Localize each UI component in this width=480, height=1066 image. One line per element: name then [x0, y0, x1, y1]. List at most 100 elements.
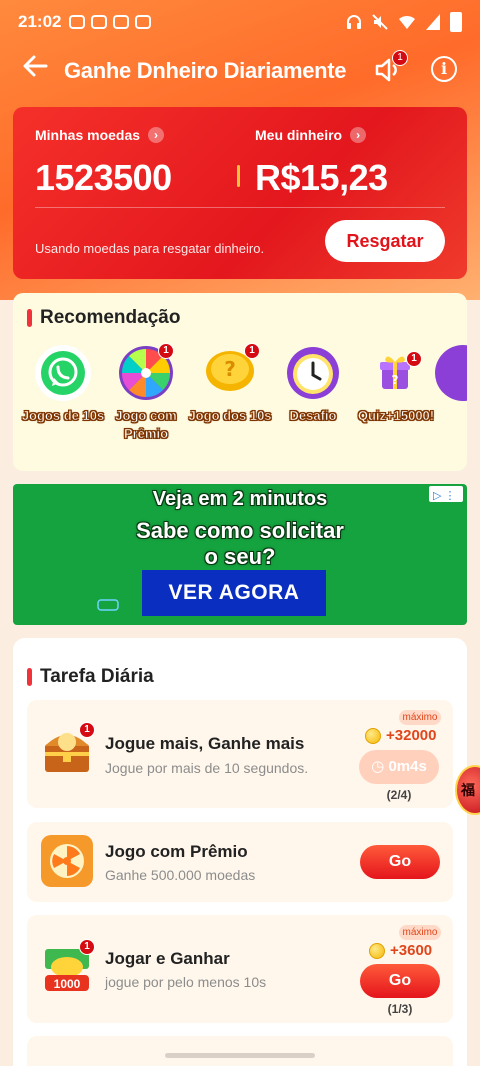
notification-badge: 1	[79, 939, 95, 955]
notification-badge: 1	[406, 351, 422, 367]
clock-icon	[285, 345, 341, 401]
redeem-button[interactable]: Resgatar	[325, 220, 445, 262]
section-marker	[27, 309, 32, 327]
timer-value: 0m4s	[388, 758, 427, 775]
mute-icon	[372, 14, 388, 30]
task-title: Jogar e Ganhar	[105, 949, 230, 968]
reco-item-quiz[interactable]: ? 1 Quiz+15000!	[351, 345, 441, 425]
icon-caption: 1000	[53, 977, 81, 991]
task-subtitle: Ganhe 500.000 moedas	[105, 867, 256, 883]
task-reward: +3600	[369, 942, 432, 959]
chevron-right-icon: ›	[148, 127, 165, 143]
ad-text-line: Sabe como solicitar	[136, 518, 344, 543]
ad-headline: Veja em 2 minutos	[152, 488, 328, 510]
reco-item-partial[interactable]	[435, 345, 467, 401]
notification-icon	[113, 15, 130, 29]
recommendations-header: Recomendação	[27, 307, 180, 329]
whatsapp-icon	[35, 345, 91, 401]
task-subtitle: jogue por pelo menos 10s	[105, 974, 267, 990]
reward-amount: +3600	[390, 942, 433, 959]
notification-badge: 1	[244, 343, 260, 359]
task-progress: (1/3)	[387, 1002, 413, 1016]
coin-question-icon: ? 1	[202, 343, 260, 401]
partial-icon	[435, 345, 467, 401]
coin-icon	[365, 727, 381, 744]
go-button[interactable]: Go	[360, 964, 440, 998]
signal-icon	[426, 14, 440, 30]
recommendations-card: Recomendação Jogos de 10s 1 Jogo com Prê…	[13, 293, 467, 471]
system-icons	[346, 12, 462, 32]
task-row: 1 Jogue mais, Ganhe mais Jogue por mais …	[27, 700, 453, 808]
task-row: 1 1000 Jogar e Ganhar jogue por pelo men…	[27, 915, 453, 1023]
task-row	[27, 1036, 453, 1066]
task-row: Jogo com Prêmio Ganhe 500.000 moedas Go	[27, 822, 453, 902]
ad-cta-button[interactable]: VER AGORA	[142, 570, 326, 616]
notification-badge: 1	[79, 722, 95, 738]
treasure-chest-icon: 1	[41, 722, 95, 778]
coins-label-link[interactable]: Minhas moedas ›	[35, 127, 165, 143]
coin-icon	[369, 942, 385, 959]
go-button[interactable]: Go	[360, 845, 440, 879]
task-progress: (2/4)	[386, 788, 412, 802]
notification-icon	[135, 15, 152, 29]
redeem-note: Usando moedas para resgatar dinheiro.	[35, 241, 265, 256]
page-title: Ganhe Dnheiro Diariamente	[64, 58, 347, 83]
svg-text:?: ?	[224, 357, 236, 381]
wifi-icon	[399, 15, 415, 29]
timer-button[interactable]: ◷ 0m4s	[359, 750, 439, 784]
task-title: Jogo com Prêmio	[105, 842, 248, 861]
coins-value: 1523500	[35, 157, 172, 198]
max-tag: máximo	[399, 925, 441, 940]
gift-icon: ? 1	[368, 345, 424, 401]
reco-label: Jogo dos 10s	[188, 408, 272, 424]
money-label: Meu dinheiro	[255, 127, 343, 143]
task-title: Jogue mais, Ganhe mais	[105, 734, 305, 753]
money-value: R$15,23	[255, 157, 388, 198]
notification-icon	[91, 15, 108, 29]
reco-item-jogos-10s[interactable]: Jogos de 10s	[18, 345, 108, 425]
task-subtitle: Jogue por mais de 10 segundos.	[105, 760, 309, 776]
headphones-icon	[347, 15, 361, 29]
ad-banner[interactable]: Veja em 2 minutos Sabe como solicitar o …	[13, 484, 467, 625]
reco-label: Quiz+15000!	[357, 408, 435, 424]
reco-item-jogo-10s[interactable]: ? 1 Jogo dos 10s	[185, 343, 275, 425]
reco-label: Jogo com Prêmio	[115, 408, 177, 442]
sound-badge: 1	[392, 50, 408, 66]
app-bar: Ganhe Dnheiro Diariamente 1 i	[0, 50, 480, 90]
reco-item-jogo-premio[interactable]: 1 Jogo com Prêmio	[101, 343, 191, 443]
max-tag: máximo	[399, 710, 441, 725]
balance-separator	[35, 207, 445, 208]
recommendations-title: Recomendação	[40, 307, 181, 328]
balance-divider	[237, 165, 240, 187]
status-bar: 21:02	[0, 0, 480, 44]
reco-label: Jogos de 10s	[21, 408, 105, 424]
battery-icon	[450, 12, 462, 32]
back-arrow-icon[interactable]	[22, 54, 48, 84]
daily-tasks-card: Tarefa Diária 1 Jogue mais, Ganhe mais J…	[13, 638, 467, 1066]
section-marker	[27, 668, 32, 686]
notification-icon	[69, 15, 86, 29]
daily-tasks-header: Tarefa Diária	[27, 666, 154, 688]
daily-tasks-title: Tarefa Diária	[40, 666, 154, 687]
timer-icon: ◷	[371, 758, 385, 775]
ad-choices-icon[interactable]: ▷ ⋮	[429, 486, 463, 502]
reco-label: Desafio	[289, 408, 337, 424]
info-icon[interactable]: i	[431, 56, 457, 82]
balance-card: Minhas moedas › 1523500 Meu dinheiro › R…	[13, 107, 467, 279]
reward-amount: +32000	[386, 727, 437, 744]
ad-text-line: o seu?	[204, 544, 276, 569]
notification-badge: 1	[158, 343, 174, 359]
task-reward: +32000	[365, 727, 436, 744]
prize-wheel-icon	[41, 835, 93, 887]
reco-item-desafio[interactable]: Desafio	[268, 345, 358, 425]
money-label-link[interactable]: Meu dinheiro ›	[255, 127, 367, 143]
ad-logo	[97, 596, 119, 617]
coin-stack-icon: 1 1000	[41, 939, 95, 995]
gesture-navigation-bar[interactable]	[165, 1053, 315, 1058]
svg-text:?: ?	[392, 373, 399, 387]
status-time: 21:02	[18, 12, 62, 31]
coins-label: Minhas moedas	[35, 127, 141, 143]
prize-wheel-icon: 1	[118, 343, 174, 401]
chevron-right-icon: ›	[350, 127, 367, 143]
notification-icons	[69, 15, 152, 29]
